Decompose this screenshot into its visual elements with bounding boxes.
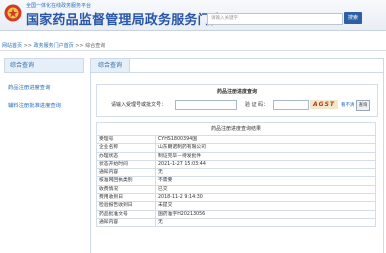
query-button[interactable]: 查询: [356, 100, 370, 111]
table-row: 通知内容无: [96, 217, 376, 228]
search-button[interactable]: 搜索: [344, 12, 362, 24]
tab-divider: [91, 72, 383, 73]
platform-pretitle[interactable]: 全国一体化在线政务服务平台: [26, 2, 91, 9]
breadcrumb-divider: [0, 50, 386, 51]
result-field-label: 企业名称: [96, 143, 156, 153]
result-field-value: 国药准字H20213056: [155, 209, 376, 219]
result-field-label: 检验报告收到日: [96, 201, 156, 211]
breadcrumb: 网站首页 >> 政务服务门户首页 >> 综合查询: [2, 42, 105, 49]
table-row: 检验报告收到日 未提交: [96, 201, 376, 211]
captcha-input[interactable]: [273, 100, 309, 110]
result-field-value: 不需要: [155, 176, 376, 186]
result-field-value: 已交: [155, 184, 376, 195]
breadcrumb-portal-link[interactable]: 政务服务门户首页: [34, 43, 74, 49]
query-form: 药品注册进度查询 请输入受理号或批文号： 验 证 码： AGST 看不清 查询: [96, 84, 378, 117]
result-field-value: 未提交: [155, 201, 376, 211]
captcha-refresh-link[interactable]: 看不清: [341, 102, 355, 108]
search-input[interactable]: 请输入关键字: [207, 13, 343, 25]
result-field-value: 无: [155, 168, 376, 178]
breadcrumb-home-link[interactable]: 网站首页: [2, 43, 22, 49]
result-field-value: 2021-1-27 15:03:44: [155, 159, 376, 170]
result-field-label: 费用收到日: [96, 193, 156, 203]
sidebar-item-excipient-registration[interactable]: 辅料注册批准进度查询: [8, 101, 84, 109]
table-row: 受理号 CYHS1800394国: [96, 134, 376, 145]
result-field-value: CYHS1800394国: [155, 134, 376, 145]
captcha-image[interactable]: AGST: [310, 100, 338, 109]
result-field-value: 制证完毕－待发批件: [155, 151, 376, 161]
query-form-title: 药品注册进度查询: [216, 89, 257, 95]
result-field-label: 通知内容: [96, 217, 156, 228]
captcha-label: 验 证 码：: [245, 102, 269, 108]
acceptance-number-label: 请输入受理号或批文号：: [111, 102, 167, 108]
emblem-logo-icon: [4, 4, 22, 22]
result-field-label: 药品批准文号: [96, 209, 156, 219]
table-row: 企业名称 山东朗诺制药有限公司: [96, 143, 376, 153]
result-field-label: 收费情况: [96, 184, 156, 195]
tab-comprehensive-query[interactable]: 综合查询: [91, 59, 130, 72]
table-row: 收费情况 已交: [96, 184, 376, 195]
site-title: 国家药品监督管理局政务服务门户: [26, 13, 225, 28]
result-field-value: 无: [155, 217, 376, 228]
table-row: 核准网回执类别 不需要: [96, 176, 376, 186]
sidebar-item-drug-registration[interactable]: 药品注册进度查询: [8, 83, 84, 91]
table-row: 通知内容无: [96, 168, 376, 178]
result-table: 受理号 CYHS1800394国 企业名称 山东朗诺制药有限公司 办理状态 制证完毕－待发…: [96, 134, 376, 228]
result-field-label: 通知内容: [96, 168, 156, 178]
result-section: 药品注册进度查询结果 受理号 CYHS1800394国 企业名称 山东朗诺制药有限公司…: [96, 122, 376, 228]
result-field-label: 受理号: [96, 134, 156, 145]
table-row: 状态开始时间 2021-1-27 15:03:44: [96, 159, 376, 170]
result-field-label: 办理状态: [96, 151, 156, 161]
table-row: 办理状态 制证完毕－待发批件: [96, 151, 376, 161]
breadcrumb-separator: >>: [23, 43, 32, 49]
main-panel: 综合查询 药品注册进度查询 请输入受理号或批文号： 验 证 码： AGST 看不…: [90, 58, 384, 253]
table-row: 药品批准文号 国药准字H20213056: [96, 209, 376, 219]
acceptance-number-input[interactable]: [175, 100, 237, 110]
result-field-value: 山东朗诺制药有限公司: [155, 143, 376, 153]
table-row: 费用收到日 2018-11-2 9:14:30: [96, 193, 376, 203]
result-field-label: 核准网回执类别: [96, 176, 156, 186]
result-title: 药品注册进度查询结果: [96, 122, 376, 135]
result-field-label: 状态开始时间: [96, 159, 156, 170]
breadcrumb-separator: >>: [75, 43, 84, 49]
sidebar-heading: 综合查询: [4, 58, 84, 73]
sidebar: 综合查询 药品注册进度查询 辅料注册批准进度查询: [4, 58, 84, 109]
result-field-value: 2018-11-2 9:14:30: [155, 193, 376, 203]
site-header: 全国一体化在线政务服务平台 国家药品监督管理局政务服务门户 请输入关键字 搜索: [0, 0, 386, 31]
breadcrumb-current: 综合查询: [85, 43, 106, 49]
